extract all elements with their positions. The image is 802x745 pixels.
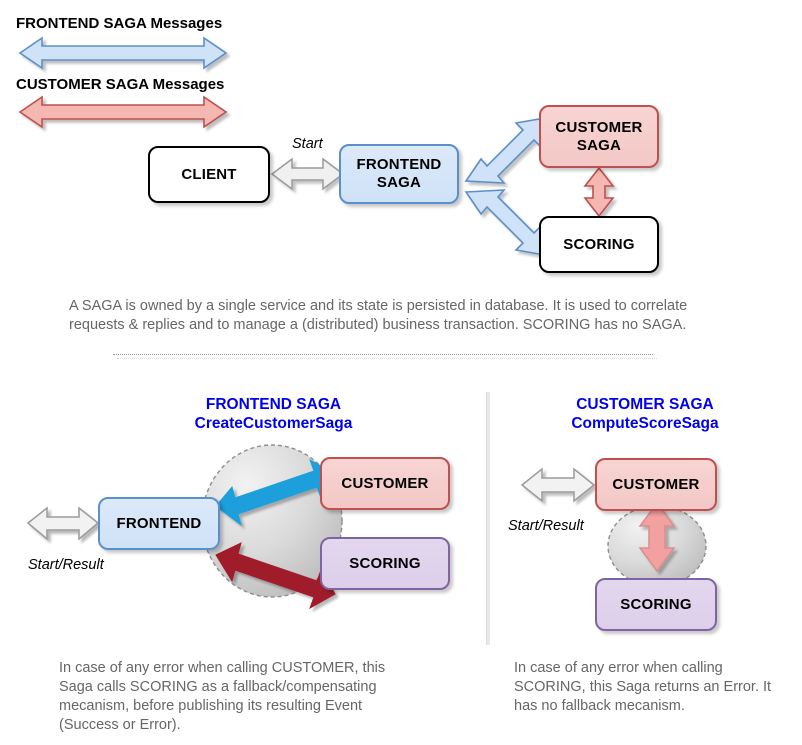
arrow-start-result-frontend <box>26 506 100 541</box>
node-customer-right[interactable]: CUSTOMER <box>595 458 717 511</box>
node-frontend-label: FRONTEND <box>116 514 202 532</box>
section-divider-shadow <box>117 358 657 359</box>
node-frontend-saga-label-2: SAGA <box>376 174 422 191</box>
node-customer-right-label: CUSTOMER <box>612 475 700 493</box>
node-scoring-right[interactable]: SCORING <box>595 578 717 631</box>
node-frontend[interactable]: FRONTEND <box>98 497 220 550</box>
entry-label-frontend: Start/Result <box>28 557 104 573</box>
node-customer-left[interactable]: CUSTOMER <box>320 457 450 510</box>
panel-title-customer-saga-line1: CUSTOMER SAGA <box>576 396 714 413</box>
arrow-frontend-scoring-compensation <box>215 542 336 610</box>
overview-description: A SAGA is owned by a single service and … <box>69 298 688 333</box>
node-frontend-saga[interactable]: FRONTEND SAGA <box>339 144 459 204</box>
arrow-frontend-scoring <box>464 189 546 256</box>
section-divider <box>113 354 653 355</box>
node-scoring-right-label: SCORING <box>620 595 692 613</box>
arrow-frontend-customer <box>215 458 336 527</box>
edge-label-start: Start <box>292 136 323 152</box>
arrow-start-result-customer <box>520 467 596 503</box>
node-customer-saga-label-2: SAGA <box>576 136 622 154</box>
node-scoring-left-label: SCORING <box>349 554 421 572</box>
node-scoring-overview-label: SCORING <box>563 235 635 253</box>
panel-title-customer-saga: CUSTOMER SAGA ComputeScoreSaga <box>500 395 790 434</box>
panel-caption-customer: In case of any error when calling SCORIN… <box>514 660 772 714</box>
panel-caption-frontend: In case of any error when calling CUSTOM… <box>59 660 386 733</box>
arrow-frontend-customersaga <box>464 117 546 184</box>
node-customer-saga-label-1: CUSTOMER <box>555 118 643 136</box>
node-client-label: CLIENT <box>181 165 237 183</box>
panel-title-customer-saga-line2: ComputeScoreSaga <box>571 415 719 433</box>
node-frontend-saga-label-1: FRONTEND <box>356 156 442 174</box>
arrow-customer-scoring-vertical <box>638 501 676 573</box>
node-scoring-overview[interactable]: SCORING <box>539 216 659 273</box>
arrow-customersaga-scoring <box>583 166 615 218</box>
node-scoring-left[interactable]: SCORING <box>320 537 450 590</box>
node-customer-saga[interactable]: CUSTOMER SAGA <box>539 105 659 168</box>
arrow-client-frontend <box>270 157 345 191</box>
entry-label-customer: Start/Result <box>508 518 584 534</box>
node-customer-left-label: CUSTOMER <box>341 474 429 492</box>
node-client[interactable]: CLIENT <box>148 146 270 203</box>
